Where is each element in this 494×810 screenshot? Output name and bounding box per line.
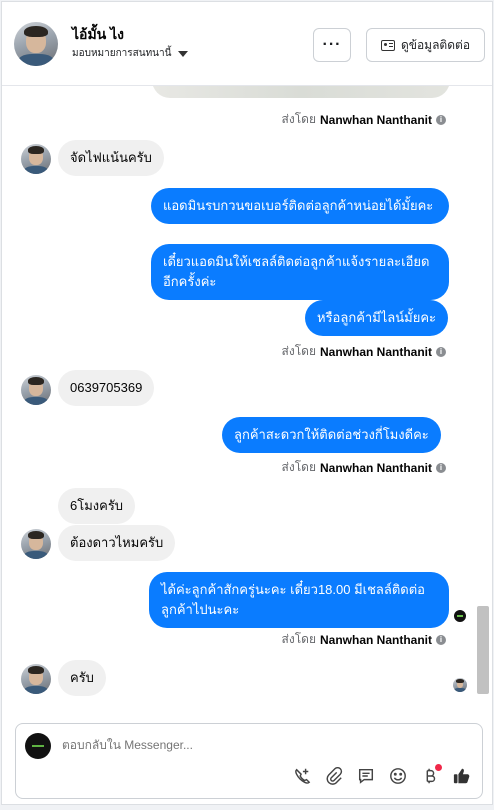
info-icon[interactable]: i	[436, 114, 446, 125]
more-options-button[interactable]: ···	[313, 28, 351, 62]
info-icon[interactable]: i	[436, 634, 446, 645]
message-outgoing[interactable]: ได้ค่ะลูกค้าสักครู่นะคะ เดี๋ยว18.00 มีเช…	[149, 572, 449, 628]
conversation-header: ไอ้มั้น ไง มอบหมายการสนทนานี้ ··· ดูข้อม…	[2, 2, 492, 86]
sent-by-label: ส่งโดย Nanwhan Nanthanit i	[282, 342, 446, 361]
scrollbar-thumb[interactable]	[477, 606, 489, 694]
seen-by-contact-avatar	[453, 678, 467, 692]
conversation-panel: ไอ้มั้น ไง มอบหมายการสนทนานี้ ··· ดูข้อม…	[1, 1, 493, 805]
contact-avatar-small	[21, 529, 51, 559]
message-incoming[interactable]: จัดไฟแน้นครับ	[58, 140, 164, 176]
image-attachment[interactable]	[152, 86, 450, 98]
message-outgoing[interactable]: เดี๋ยวแอดมินให้เชลล์ติดต่อลูกค้าแจ้งรายล…	[151, 244, 449, 300]
page-logo-avatar	[25, 733, 51, 759]
message-outgoing[interactable]: แอดมินรบกวนขอเบอร์ติดต่อลูกค้าหน่อยได้มั…	[151, 188, 449, 224]
caret-down-icon	[178, 50, 189, 57]
message-thread: ส่งโดย Nanwhan Nanthanit i จัดไฟแน้นครับ แ…	[2, 86, 492, 718]
attachment-icon[interactable]	[324, 766, 344, 786]
more-icon: ···	[322, 36, 342, 53]
assign-conversation-dropdown[interactable]: มอบหมายการสนทนานี้	[72, 46, 189, 61]
emoji-icon[interactable]	[388, 766, 408, 786]
reply-composer	[15, 723, 483, 799]
assign-label: มอบหมายการสนทนานี้	[72, 48, 172, 59]
message-incoming[interactable]: ต้องดาวไหมครับ	[58, 525, 176, 561]
contact-avatar-small	[21, 144, 51, 174]
contact-card-icon	[380, 39, 395, 51]
sent-by-label: ส่งโดย Nanwhan Nanthanit i	[282, 630, 446, 649]
message-incoming[interactable]: 6โมงครับ	[58, 488, 136, 524]
baht-icon[interactable]	[420, 764, 442, 786]
contact-avatar-small	[21, 375, 51, 405]
composer-toolbar	[292, 764, 472, 786]
sent-by-label: ส่งโดย Nanwhan Nanthanit i	[282, 458, 446, 477]
reply-input[interactable]	[62, 738, 442, 752]
message-incoming[interactable]: ครับ	[58, 660, 106, 696]
saved-reply-icon[interactable]	[356, 766, 376, 786]
sent-by-label: ส่งโดย Nanwhan Nanthanit i	[282, 110, 446, 129]
contact-avatar-small	[21, 664, 51, 694]
seen-by-page-icon	[453, 609, 467, 623]
phone-add-icon[interactable]	[292, 766, 312, 786]
contact-avatar[interactable]	[14, 22, 58, 66]
info-icon[interactable]: i	[436, 346, 446, 357]
message-outgoing[interactable]: ลูกค้าสะดวกให้ติดต่อช่วงกี่โมงดีคะ	[222, 417, 441, 453]
like-icon[interactable]	[452, 766, 472, 786]
notification-dot	[435, 764, 442, 771]
view-contact-label: ดูข้อมูลติดต่อ	[400, 37, 471, 52]
contact-name[interactable]: ไอ้มั้น ไง	[72, 24, 124, 46]
message-incoming[interactable]: 0639705369	[58, 370, 155, 406]
view-contact-button[interactable]: ดูข้อมูลติดต่อ	[366, 28, 485, 62]
message-outgoing[interactable]: หรือลูกค้ามีไลน์มั้ยคะ	[305, 300, 449, 336]
info-icon[interactable]: i	[436, 462, 446, 473]
